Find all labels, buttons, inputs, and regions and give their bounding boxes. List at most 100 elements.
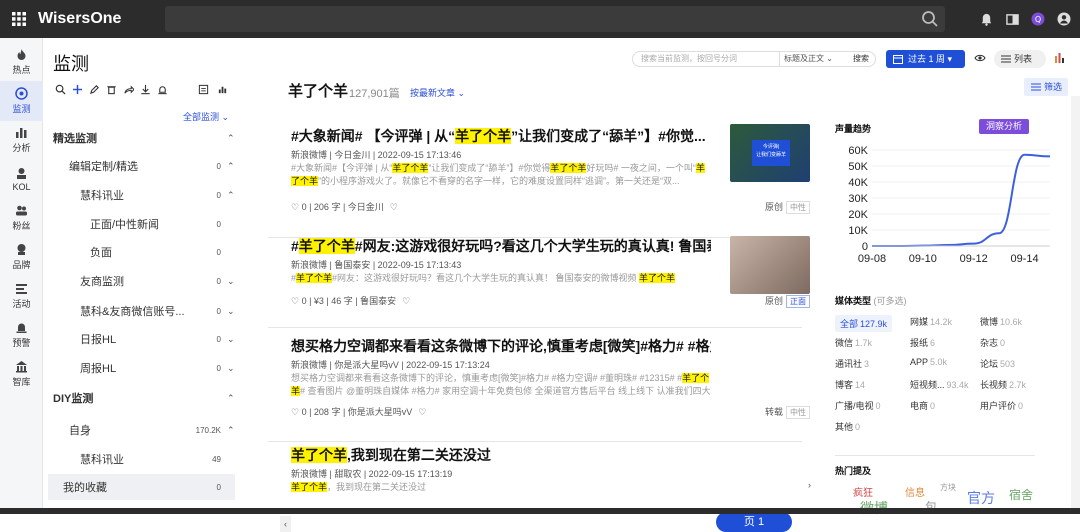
heart-icon[interactable]: ♡: [402, 296, 410, 306]
download-icon[interactable]: [140, 84, 151, 95]
article-thumbnail[interactable]: [730, 236, 810, 294]
rail-item-5[interactable]: 品牌: [0, 237, 43, 277]
search-button[interactable]: 搜索: [853, 52, 869, 66]
next-page-arrow[interactable]: ›: [808, 480, 811, 490]
alert-icon[interactable]: [157, 84, 168, 95]
media-type-option[interactable]: 通讯社 3: [835, 357, 869, 370]
rail-item-4[interactable]: 粉丝: [0, 198, 43, 238]
share-icon[interactable]: [123, 84, 134, 95]
article-title[interactable]: #羊了个羊#网友:这游戏很好玩吗?看这几个大学生玩的真认真! 鲁国泰...: [291, 236, 711, 256]
chart-view-icon[interactable]: [1054, 52, 1066, 64]
chart-icon[interactable]: [217, 84, 228, 98]
sidebar-item[interactable]: 编辑定制/精选 0 ⌃: [43, 153, 235, 179]
chevron-up-icon[interactable]: ⌃: [227, 161, 235, 172]
media-type-option[interactable]: 博客 14: [835, 378, 865, 391]
sidebar-item[interactable]: 日报HL 0 ⌄: [43, 326, 235, 352]
article-card[interactable]: 想买格力空调都来看看这条微博下的评论,慎重考虑[微笑]#格力# #格力空调# #…: [268, 336, 810, 442]
media-type-option[interactable]: 全部 127.9k: [835, 315, 893, 332]
app-grid-icon[interactable]: [0, 0, 38, 38]
sentiment-tag[interactable]: 中性: [786, 406, 810, 419]
collapse-sidebar-button[interactable]: ‹: [280, 516, 291, 532]
chevron-up-icon[interactable]: ⌃: [227, 190, 235, 201]
sidebar-item[interactable]: 我的收藏 0: [48, 474, 235, 500]
article-title[interactable]: #大象新闻# 【今评弹 | 从“羊了个羊”让我们变成了“舔羊”】#你觉...: [291, 126, 711, 146]
scope-select[interactable]: 标题及正文 ⌄: [779, 52, 833, 66]
chevron-up-icon[interactable]: ⌃: [227, 425, 235, 436]
media-type-option[interactable]: 微博 10.6k: [980, 315, 1022, 328]
chevron-up-icon[interactable]: ⌃: [227, 393, 235, 404]
panel-icon[interactable]: [1004, 11, 1020, 27]
monitor-search-input[interactable]: 搜索当前监测，按回号分词 标题及正文 ⌄ 搜索: [632, 51, 876, 67]
filter-button[interactable]: 筛选: [1024, 78, 1068, 96]
rail-item-8[interactable]: 智库: [0, 354, 43, 394]
media-type-option[interactable]: 短视频... 93.4k: [910, 378, 969, 391]
report-icon[interactable]: [198, 84, 209, 98]
sentiment-tag[interactable]: 中性: [786, 201, 810, 214]
chevron-down-icon[interactable]: ⌄: [227, 334, 235, 345]
sidebar-item[interactable]: 慧科讯业 0 ⌃: [43, 182, 235, 208]
add-icon[interactable]: [72, 84, 83, 95]
sidebar-item[interactable]: 自身 170.2K ⌃: [43, 417, 235, 443]
user-avatar-icon[interactable]: [1056, 11, 1072, 27]
like-icon[interactable]: ♡: [291, 296, 302, 306]
brand-logo[interactable]: WisersOne: [38, 10, 164, 28]
media-type-option[interactable]: 长视频 2.7k: [980, 378, 1026, 391]
media-type-option[interactable]: 其他 0: [835, 420, 860, 433]
chevron-down-icon[interactable]: ⌄: [227, 306, 235, 317]
media-type-option[interactable]: 报纸 6: [910, 336, 935, 349]
hot-word[interactable]: 信息: [905, 484, 925, 499]
hot-word[interactable]: 宿舍: [1009, 486, 1033, 503]
eye-icon[interactable]: [974, 52, 986, 64]
rail-item-3[interactable]: KOL: [0, 159, 43, 199]
delete-icon[interactable]: [106, 84, 117, 95]
deep-analysis-button[interactable]: 洞察分析: [979, 119, 1029, 134]
search-icon[interactable]: [921, 10, 939, 28]
media-type-option[interactable]: APP 5.0k: [910, 357, 947, 367]
sidebar-item[interactable]: 精选监测 ⌃: [43, 125, 235, 151]
heart-icon[interactable]: ♡: [418, 407, 426, 417]
hot-word[interactable]: 疯狂: [853, 484, 873, 499]
search-icon[interactable]: [55, 84, 66, 95]
article-title[interactable]: 羊了个羊,我到现在第二关还没过: [291, 445, 711, 465]
rail-item-1[interactable]: 监测: [0, 81, 43, 121]
media-type-option[interactable]: 网媒 14.2k: [910, 315, 952, 328]
media-type-option[interactable]: 微信 1.7k: [835, 336, 872, 349]
bell-icon[interactable]: [978, 11, 994, 27]
article-card[interactable]: #大象新闻# 【今评弹 | 从“羊了个羊”让我们变成了“舔羊”】#你觉... 新浪…: [268, 124, 810, 238]
media-type-option[interactable]: 论坛 503: [980, 357, 1015, 370]
sort-dropdown[interactable]: 按最新文章 ⌄: [410, 86, 465, 99]
sidebar-item[interactable]: 周报HL 0 ⌄: [43, 355, 235, 381]
article-title[interactable]: 想买格力空调都来看看这条微博下的评论,慎重考虑[微笑]#格力# #格力空调# #…: [291, 336, 711, 356]
rail-item-2[interactable]: 分析: [0, 120, 43, 160]
like-icon[interactable]: ♡: [291, 202, 302, 212]
article-card[interactable]: #羊了个羊#网友:这游戏很好玩吗?看这几个大学生玩的真认真! 鲁国泰... 新浪微…: [268, 236, 810, 328]
media-type-option[interactable]: 杂志 0: [980, 336, 1005, 349]
assistant-icon[interactable]: Q: [1030, 11, 1046, 27]
rail-item-6[interactable]: 活动: [0, 276, 43, 316]
sidebar-item[interactable]: 友商监测 0 ⌄: [43, 268, 235, 294]
chevron-up-icon[interactable]: ⌃: [227, 133, 235, 144]
sentiment-tag[interactable]: 正面: [786, 295, 810, 308]
sidebar-item[interactable]: 慧科&友商微信账号... 0 ⌄: [43, 298, 235, 324]
sidebar-item[interactable]: 慧科讯业 49: [43, 446, 235, 472]
chevron-down-icon[interactable]: ⌄: [227, 363, 235, 374]
hot-word[interactable]: 官方: [967, 488, 995, 508]
article-thumbnail[interactable]: 今评弹| 让我们变舔羊: [730, 124, 810, 182]
sidebar-item[interactable]: 正面/中性新闻 0: [43, 211, 235, 237]
like-icon[interactable]: ♡: [291, 407, 302, 417]
article-card[interactable]: 羊了个羊,我到现在第二关还没过 新浪微博 | 甜取农 | 2022-09-15 1…: [268, 445, 802, 513]
list-view-toggle[interactable]: 列表: [994, 50, 1046, 68]
media-type-option[interactable]: 用户评价 0: [980, 399, 1023, 412]
page-indicator[interactable]: 页 1: [716, 512, 792, 532]
rail-item-0[interactable]: 热点: [0, 42, 43, 82]
rail-item-7[interactable]: 预警: [0, 315, 43, 355]
edit-icon[interactable]: [89, 84, 100, 95]
chevron-down-icon[interactable]: ⌄: [227, 276, 235, 287]
hot-word[interactable]: 方块: [940, 482, 956, 493]
media-type-option[interactable]: 电商 0: [910, 399, 935, 412]
sidebar-item[interactable]: 负面 0: [43, 239, 235, 265]
sidebar-item[interactable]: DIY监测 ⌃: [43, 385, 235, 411]
date-range-button[interactable]: 过去 1 周 ▾: [886, 50, 965, 68]
heart-icon[interactable]: ♡: [390, 202, 398, 212]
all-monitors-dropdown[interactable]: 全部监测 ⌄: [183, 110, 229, 123]
